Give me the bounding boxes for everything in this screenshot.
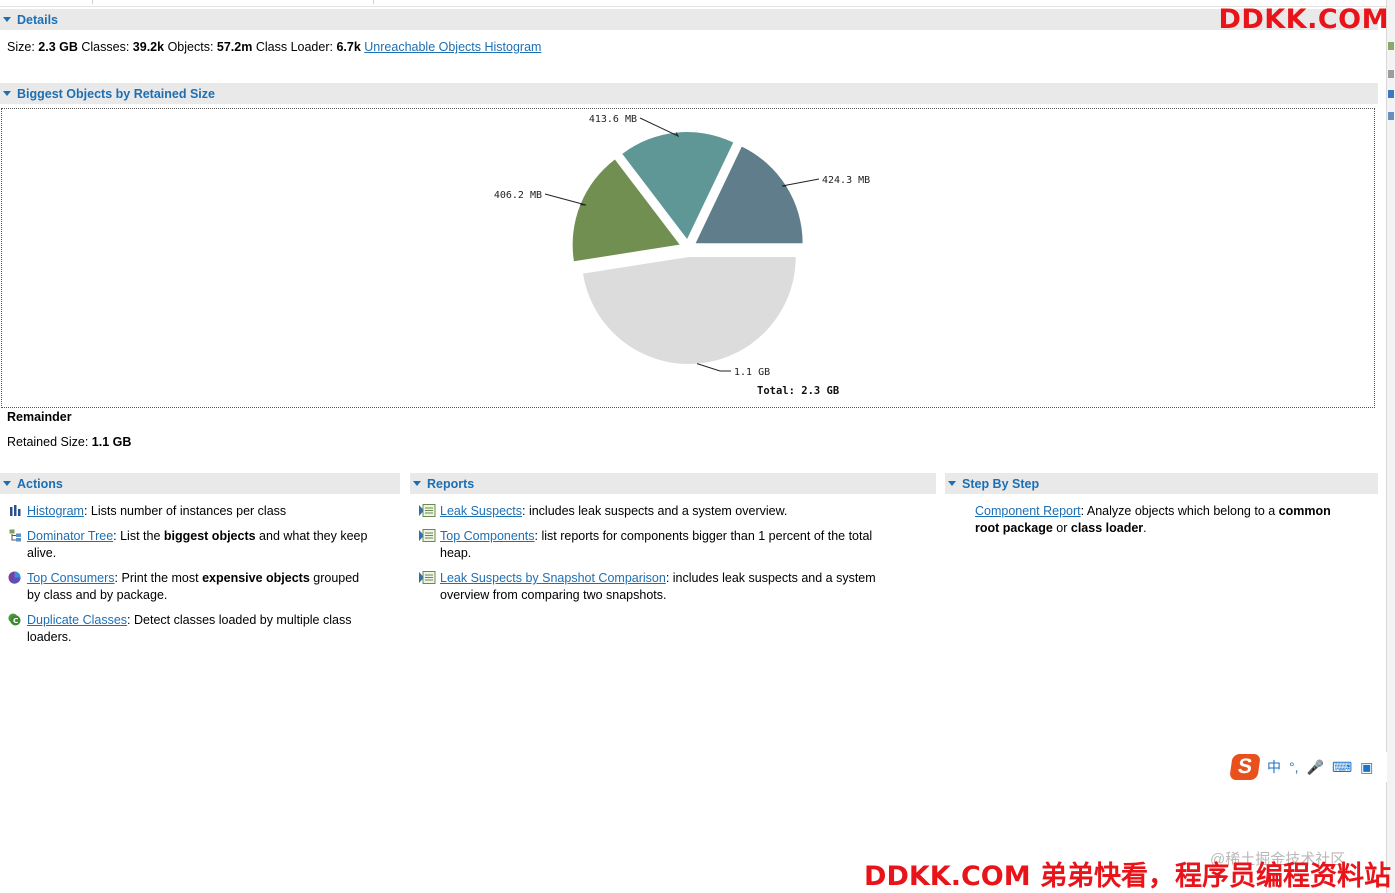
- top-consumers-link[interactable]: Top Consumers: [27, 571, 115, 585]
- details-summary: Size: 2.3 GB Classes: 39.2k Objects: 57.…: [7, 40, 542, 54]
- dominator-tree-icon: [9, 529, 21, 542]
- leak-suspects-comparison-link[interactable]: Leak Suspects by Snapshot Comparison: [440, 571, 666, 585]
- section-title: Step By Step: [962, 476, 1040, 491]
- ime-language-toggle[interactable]: 中: [1267, 757, 1281, 777]
- expand-triangle-icon[interactable]: [3, 481, 11, 486]
- pie-leader-line: [696, 363, 731, 372]
- right-toolbar: [1386, 0, 1395, 893]
- top-components-link[interactable]: Top Components: [440, 529, 535, 543]
- selected-object-name: Remainder: [7, 410, 72, 424]
- component-report-link[interactable]: Component Report: [975, 504, 1081, 518]
- microphone-icon[interactable]: 🎤: [1307, 759, 1324, 776]
- editor-tab-strip: [0, 0, 1387, 7]
- report-icon: [419, 504, 436, 517]
- keyboard-icon[interactable]: ⌨: [1332, 759, 1352, 776]
- details-section-header[interactable]: Details: [0, 9, 1378, 30]
- top-consumers-icon: [8, 571, 21, 584]
- action-histogram: Histogram: Lists number of instances per…: [27, 504, 287, 518]
- sogou-logo-icon[interactable]: S: [1229, 754, 1261, 780]
- expand-triangle-icon[interactable]: [948, 481, 956, 486]
- skin-icon[interactable]: ▣: [1360, 759, 1373, 776]
- report-icon: [419, 529, 436, 542]
- watermark-bottom: DDKK.COM 弟弟快看，程序员编程资料站: [864, 861, 1391, 892]
- dominator-tree-link[interactable]: Dominator Tree: [27, 529, 113, 543]
- action-top-consumers: Top Consumers: Print the most expensive …: [27, 571, 360, 602]
- action-duplicate-classes: Duplicate Classes: Detect classes loaded…: [27, 613, 352, 644]
- section-title: Details: [17, 12, 58, 27]
- pie-slice-label: 406.2 MB: [494, 190, 542, 201]
- reports-section-header[interactable]: Reports: [410, 473, 936, 494]
- toolbar-icon[interactable]: [1388, 112, 1394, 120]
- editor-tab[interactable]: [92, 0, 374, 4]
- retained-size: Retained Size: 1.1 GB: [7, 435, 132, 449]
- histogram-icon: [10, 505, 21, 516]
- step-component-report: Component Report: Analyze objects which …: [975, 504, 1331, 535]
- report-icon: [419, 571, 436, 584]
- actions-section-header[interactable]: Actions: [0, 473, 400, 494]
- unreachable-objects-histogram-link[interactable]: Unreachable Objects Histogram: [364, 40, 541, 54]
- duplicate-classes-link[interactable]: Duplicate Classes: [27, 613, 127, 627]
- pie-slice-label: 424.3 MB: [822, 175, 870, 186]
- toolbar-icon[interactable]: [1388, 90, 1394, 98]
- pie-slice-label: 413.6 MB: [589, 114, 637, 125]
- pie-slice-label: 1.1 GB: [734, 367, 770, 378]
- pie-leader-line: [639, 117, 680, 138]
- toolbar-icon[interactable]: [1388, 70, 1394, 78]
- watermark-top: DDKK.COM: [1218, 4, 1389, 35]
- ime-toolbar[interactable]: S 中 °, 🎤 ⌨ ▣: [1229, 752, 1387, 782]
- svg-text:C: C: [13, 616, 18, 625]
- expand-triangle-icon[interactable]: [3, 17, 11, 22]
- report-leak-suspects: Leak Suspects: includes leak suspects an…: [440, 504, 788, 518]
- section-title: Actions: [17, 476, 63, 491]
- section-title: Biggest Objects by Retained Size: [17, 86, 215, 101]
- expand-triangle-icon[interactable]: [413, 481, 421, 486]
- leak-suspects-link[interactable]: Leak Suspects: [440, 504, 522, 518]
- section-title: Reports: [427, 476, 475, 491]
- report-leak-suspects-comparison: Leak Suspects by Snapshot Comparison: in…: [440, 571, 876, 602]
- pie-chart-box: 424.3 MB 413.6 MB 406.2 MB 1.1 GB Total: 2.3…: [1, 108, 1375, 408]
- pie-leader-line: [544, 193, 587, 206]
- report-top-components: Top Components: list reports for compone…: [440, 529, 873, 560]
- action-dominator-tree: Dominator Tree: List the biggest objects…: [27, 529, 368, 560]
- biggest-objects-section-header[interactable]: Biggest Objects by Retained Size: [0, 83, 1378, 104]
- expand-triangle-icon[interactable]: [3, 91, 11, 96]
- histogram-link[interactable]: Histogram: [27, 504, 84, 518]
- step-by-step-section-header[interactable]: Step By Step: [945, 473, 1378, 494]
- pie-total-label: Total: 2.3 GB: [757, 385, 839, 397]
- pie-slice[interactable]: [583, 256, 796, 364]
- pie-chart[interactable]: 424.3 MB 413.6 MB 406.2 MB 1.1 GB Total: 2.3…: [2, 109, 1374, 407]
- toolbar-icon[interactable]: [1388, 42, 1394, 50]
- ime-punctuation-toggle[interactable]: °,: [1289, 759, 1299, 775]
- pie-leader-line: [781, 178, 820, 187]
- duplicate-classes-icon: C: [8, 613, 21, 626]
